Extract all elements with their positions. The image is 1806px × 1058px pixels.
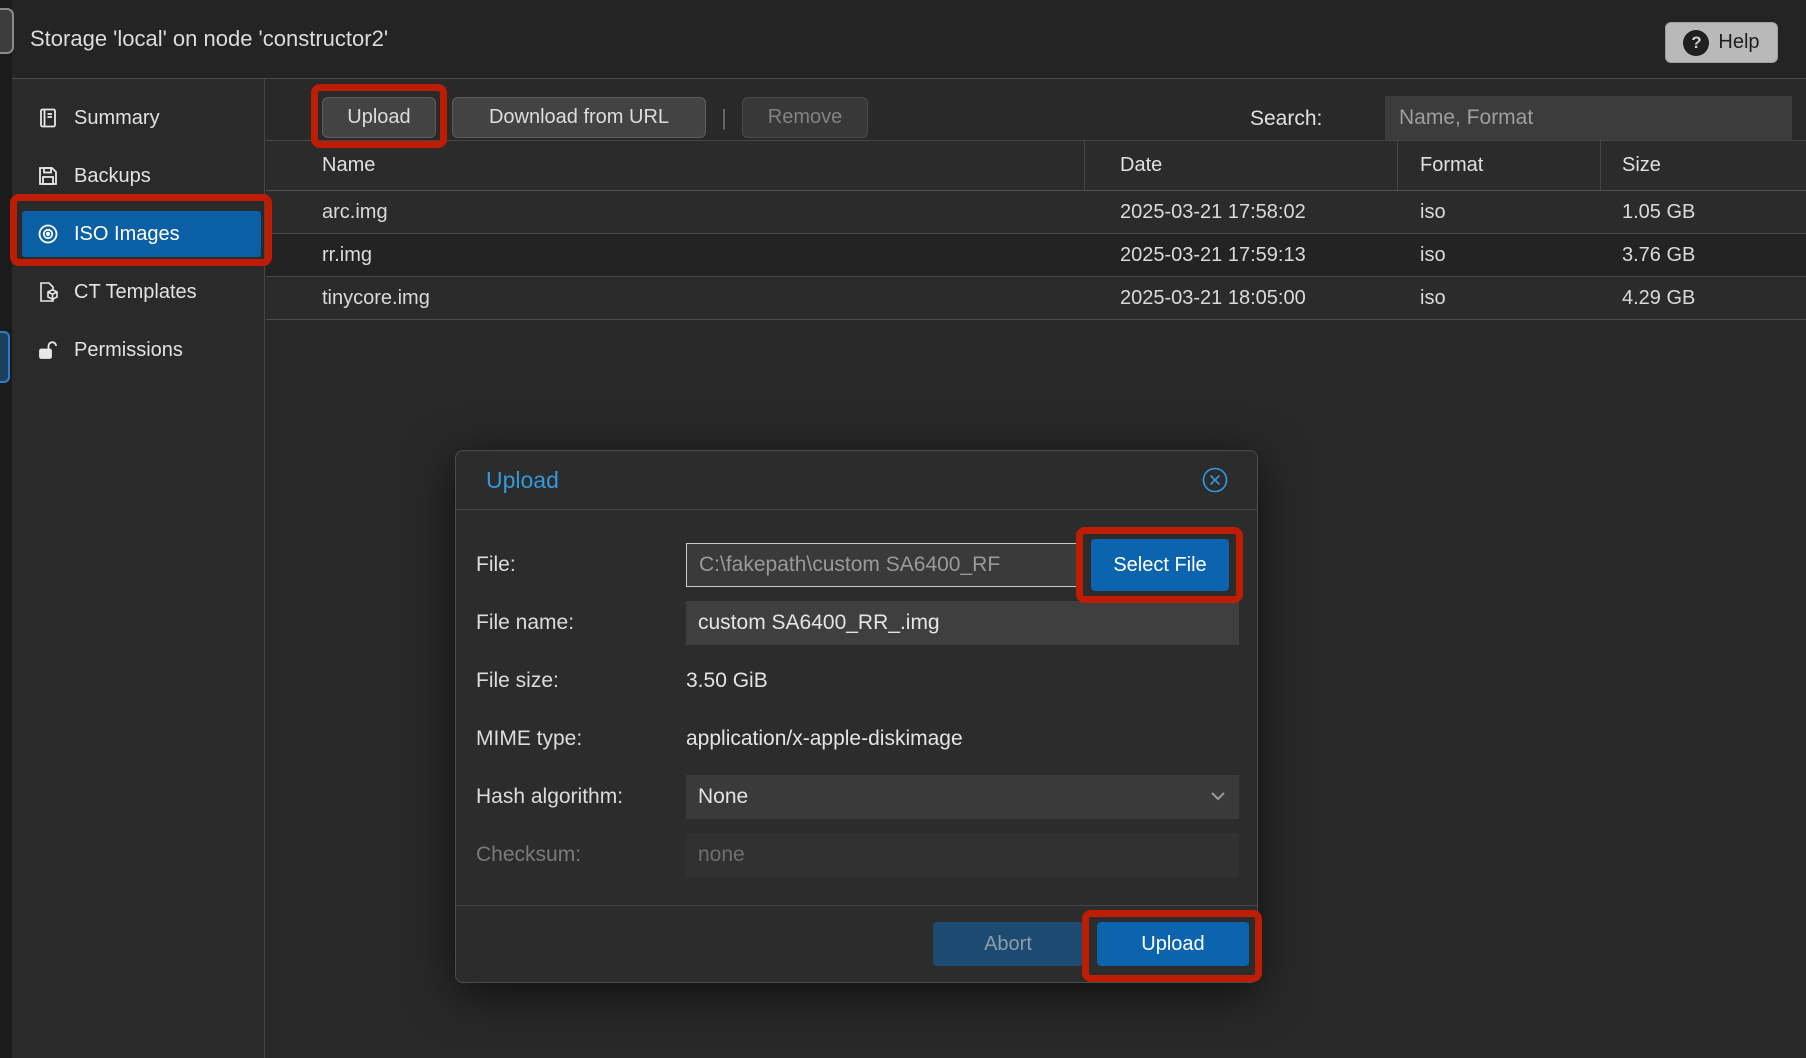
cell-size: 4.29 GB [1601,277,1806,319]
upload-dialog: Upload File: C:\fakepath\custom SA6400_R… [455,450,1258,983]
hash-algorithm-label: Hash algorithm: [476,775,686,819]
checksum-field: none [686,833,1239,877]
sidebar-item-backups[interactable]: Backups [22,153,261,199]
help-button-label: Help [1718,31,1759,54]
column-header-name[interactable]: Name [266,141,1085,190]
cell-date: 2025-03-21 17:58:02 [1085,191,1398,233]
tree-selected-node-edge [0,331,10,383]
close-icon[interactable] [1199,464,1231,496]
table-header: Name Date Format Size [266,140,1806,191]
cell-name: rr.img [266,234,1085,276]
sidebar-item-permissions[interactable]: Permissions [22,327,261,373]
upload-dialog-footer: Abort Upload [456,905,1257,982]
cell-size: 1.05 GB [1601,191,1806,233]
cell-date: 2025-03-21 17:59:13 [1085,234,1398,276]
cell-format: iso [1398,191,1601,233]
floppy-icon [36,165,60,187]
hash-algorithm-value: None [698,785,748,808]
left-edge-panel [0,0,12,1058]
column-header-format[interactable]: Format [1398,141,1601,190]
toolbar-separator: | [714,97,734,138]
hash-algorithm-select[interactable]: None [686,775,1239,819]
sidebar-item-label: CT Templates [74,281,197,304]
file-name-field[interactable]: custom SA6400_RR_.img [686,601,1239,645]
cell-date: 2025-03-21 18:05:00 [1085,277,1398,319]
panel-collapse-handle[interactable] [0,8,14,54]
toolbar-remove-button: Remove [742,97,868,138]
sidebar-item-ct-templates[interactable]: CT Templates [22,269,261,315]
sidebar-item-label: Permissions [74,339,183,362]
upload-dialog-titlebar[interactable]: Upload [456,451,1257,510]
sidebar: Summary Backups ISO Images [12,79,265,1058]
upload-dialog-title: Upload [486,467,559,494]
file-size-label: File size: [476,659,686,703]
column-header-date[interactable]: Date [1085,141,1398,190]
book-icon [36,107,60,129]
chevron-down-icon [1209,789,1227,803]
sidebar-item-summary[interactable]: Summary [22,95,261,141]
cell-format: iso [1398,234,1601,276]
mime-type-label: MIME type: [476,717,686,761]
file-label: File: [476,543,686,587]
toolbar-download-from-url-button[interactable]: Download from URL [452,97,706,138]
file-path-field: C:\fakepath\custom SA6400_RF [686,543,1079,587]
search-input[interactable] [1385,96,1792,140]
disc-icon [36,223,60,245]
column-header-size[interactable]: Size [1601,141,1806,190]
upload-dialog-body: File: C:\fakepath\custom SA6400_RF Selec… [456,510,1257,905]
sidebar-item-iso-images[interactable]: ISO Images [22,211,261,257]
mime-type-value: application/x-apple-diskimage [686,717,963,761]
search-label: Search: [1250,97,1322,141]
file-size-value: 3.50 GiB [686,659,768,703]
sidebar-item-label: ISO Images [74,223,180,246]
help-button[interactable]: ? Help [1665,22,1778,63]
select-file-button[interactable]: Select File [1091,539,1229,591]
cell-format: iso [1398,277,1601,319]
dialog-upload-button[interactable]: Upload [1097,922,1249,966]
cell-name: arc.img [266,191,1085,233]
page-title: Storage 'local' on node 'constructor2' [30,0,388,78]
unlock-icon [36,339,60,361]
sidebar-item-label: Backups [74,165,151,188]
table-row[interactable]: tinycore.img 2025-03-21 18:05:00 iso 4.2… [266,277,1806,320]
sidebar-item-label: Summary [74,107,160,130]
table-row[interactable]: rr.img 2025-03-21 17:59:13 iso 3.76 GB [266,234,1806,277]
checksum-label: Checksum: [476,833,686,877]
help-icon: ? [1683,30,1709,56]
file-name-label: File name: [476,601,686,645]
table-row[interactable]: arc.img 2025-03-21 17:58:02 iso 1.05 GB [266,191,1806,234]
cell-size: 3.76 GB [1601,234,1806,276]
header-bar: Storage 'local' on node 'constructor2' ?… [12,0,1806,78]
cell-name: tinycore.img [266,277,1085,319]
abort-button: Abort [933,922,1083,966]
toolbar-upload-button[interactable]: Upload [322,97,436,138]
template-icon [36,281,60,303]
